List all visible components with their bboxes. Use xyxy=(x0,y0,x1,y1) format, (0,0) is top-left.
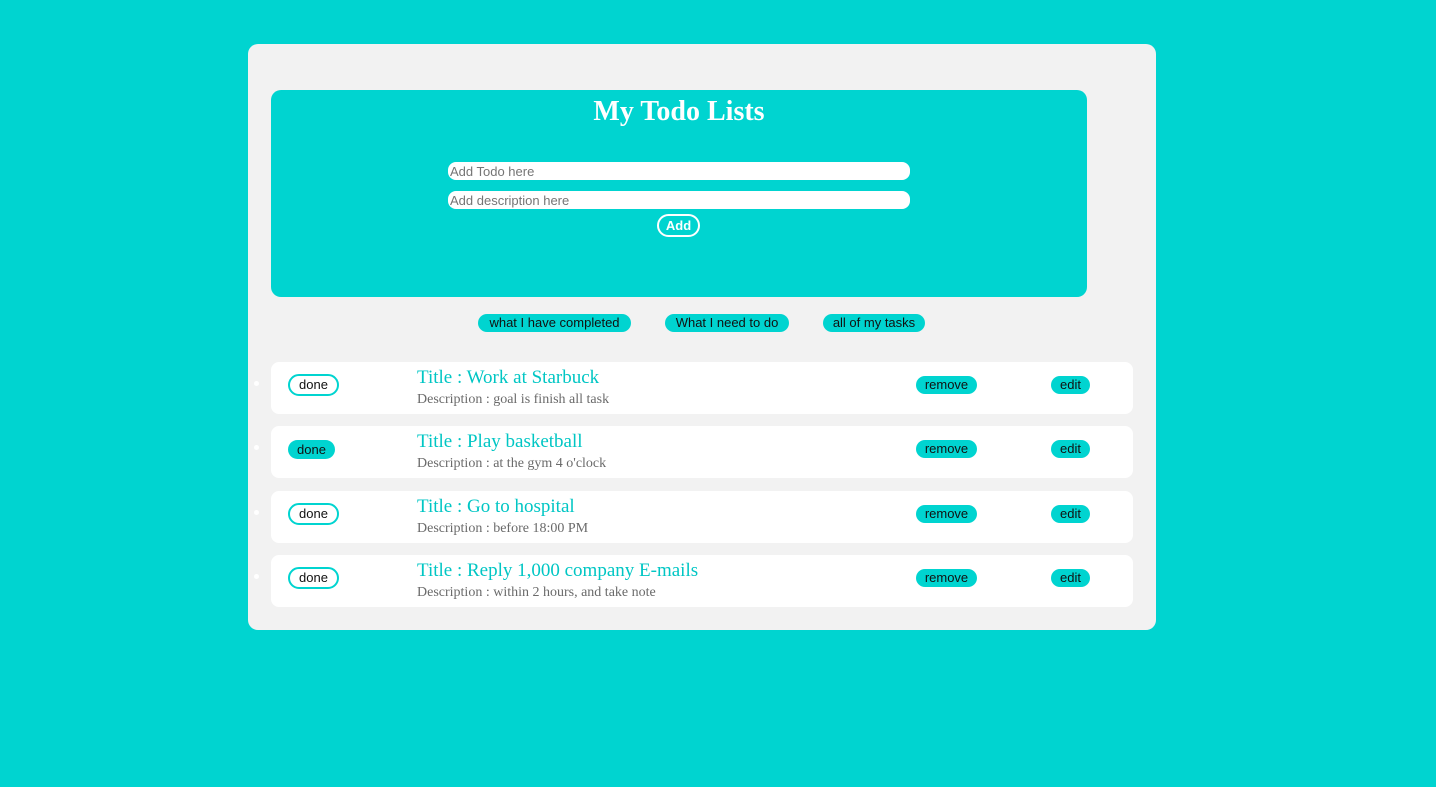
todo-description-input[interactable] xyxy=(448,191,910,209)
todo-description: Description : before 18:00 PM xyxy=(417,521,589,536)
done-button[interactable]: done xyxy=(288,374,339,396)
list-bullet xyxy=(254,445,259,450)
todo-description: Description : goal is finish all task xyxy=(417,392,610,407)
edit-button[interactable]: edit xyxy=(1051,376,1090,394)
todo-item: done Title : Work at Starbuck Descriptio… xyxy=(254,362,1133,414)
todo-title: Title : Go to hospital xyxy=(417,496,575,517)
todo-description: Description : within 2 hours, and take n… xyxy=(417,585,656,600)
done-button[interactable]: done xyxy=(288,503,339,525)
remove-button[interactable]: remove xyxy=(916,376,977,394)
header-section: My Todo Lists Add xyxy=(271,90,1087,297)
edit-button[interactable]: edit xyxy=(1051,569,1090,587)
todo-description: Description : at the gym 4 o'clock xyxy=(417,456,607,471)
filter-completed-button[interactable]: what I have completed xyxy=(478,314,631,332)
remove-button[interactable]: remove xyxy=(916,505,977,523)
todo-item: done Title : Reply 1,000 company E-mails… xyxy=(254,555,1133,607)
add-button[interactable]: Add xyxy=(657,214,700,237)
todo-title: Title : Work at Starbuck xyxy=(417,367,600,388)
todo-title: Title : Reply 1,000 company E-mails xyxy=(417,560,699,581)
list-bullet xyxy=(254,381,259,386)
todo-title-input[interactable] xyxy=(448,162,910,180)
remove-button[interactable]: remove xyxy=(916,569,977,587)
remove-button[interactable]: remove xyxy=(916,440,977,458)
list-bullet xyxy=(254,574,259,579)
filter-need-to-do-button[interactable]: What I need to do xyxy=(665,314,789,332)
done-button[interactable]: done xyxy=(288,567,339,589)
edit-button[interactable]: edit xyxy=(1051,440,1090,458)
todo-app-panel: My Todo Lists Add what I have completed … xyxy=(248,44,1156,630)
todo-item: done Title : Go to hospital Description … xyxy=(254,491,1133,543)
todo-title: Title : Play basketball xyxy=(417,431,583,452)
list-bullet xyxy=(254,510,259,515)
filter-bar: what I have completed What I need to do … xyxy=(248,314,1156,334)
todo-item: done Title : Play basketball Description… xyxy=(254,426,1133,478)
edit-button[interactable]: edit xyxy=(1051,505,1090,523)
done-button[interactable]: done xyxy=(288,440,335,459)
page-title: My Todo Lists xyxy=(593,96,765,127)
filter-all-tasks-button[interactable]: all of my tasks xyxy=(823,314,925,332)
